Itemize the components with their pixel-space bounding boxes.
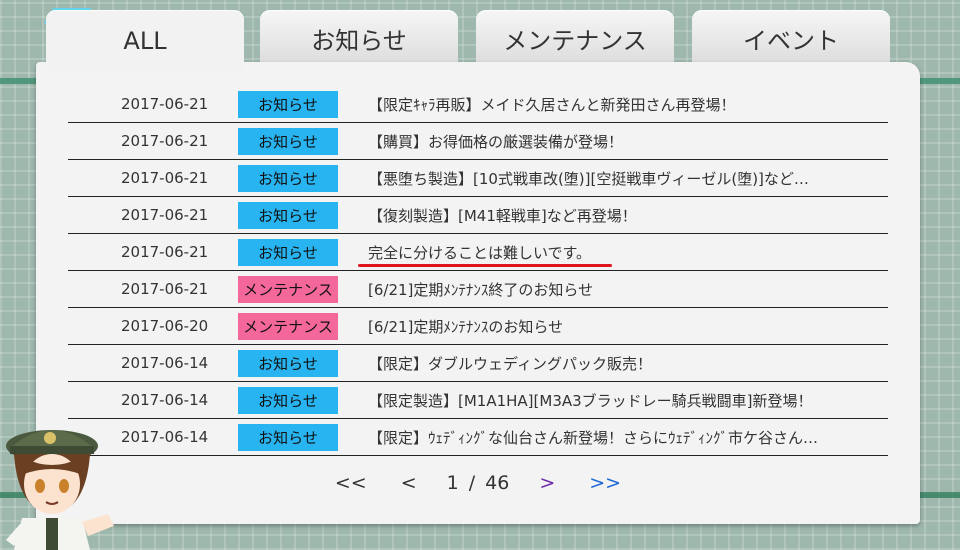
- news-row[interactable]: 2017-06-14 お知らせ 【限定】ダブルウェディングパック販売！: [68, 345, 888, 382]
- first-page-button[interactable]: <<: [335, 472, 367, 494]
- news-row[interactable]: 2017-06-14 お知らせ 【限定製造】[M1A1HA][M3A3ブラッドレ…: [68, 382, 888, 419]
- next-page-button[interactable]: >: [539, 472, 555, 494]
- news-row[interactable]: 2017-06-21 お知らせ 【購買】お得価格の厳選装備が登場！: [68, 123, 888, 160]
- news-date: 2017-06-21: [121, 280, 209, 298]
- category-badge: お知らせ: [238, 127, 338, 155]
- last-page-button[interactable]: >>: [589, 472, 621, 494]
- news-date: 2017-06-14: [121, 391, 209, 409]
- tab-maintenance[interactable]: メンテナンス: [476, 10, 674, 66]
- category-badge: お知らせ: [238, 349, 338, 377]
- news-date: 2017-06-21: [121, 243, 209, 261]
- news-row[interactable]: 2017-06-21 お知らせ 【復刻製造】[M41軽戦車]など再登場！: [68, 197, 888, 234]
- news-row[interactable]: 2017-06-21 お知らせ 完全に分けることは難しいです。: [68, 234, 888, 271]
- tab-event[interactable]: イベント: [692, 10, 890, 66]
- mascot-character-icon: [6, 430, 114, 550]
- news-date: 2017-06-21: [121, 132, 209, 150]
- news-title[interactable]: [6/21]定期ﾒﾝﾃﾅﾝｽ終了のお知らせ: [338, 279, 593, 300]
- prev-page-button[interactable]: <: [401, 472, 417, 494]
- category-badge: お知らせ: [238, 90, 338, 118]
- category-badge: お知らせ: [238, 164, 338, 192]
- category-badge: お知らせ: [238, 423, 338, 451]
- news-list: 2017-06-21 お知らせ 【限定ｷｬﾗ再販】メイド久居さんと新発田さん再登…: [68, 86, 888, 456]
- news-title[interactable]: 【悪堕ち製造】[10式戦車改(堕)][空挺戦車ヴィーゼル(堕)]など…: [338, 168, 809, 189]
- news-row[interactable]: 2017-06-21 メンテナンス [6/21]定期ﾒﾝﾃﾅﾝｽ終了のお知らせ: [68, 271, 888, 308]
- news-row[interactable]: 2017-06-21 お知らせ 【限定ｷｬﾗ再販】メイド久居さんと新発田さん再登…: [68, 86, 888, 123]
- news-row[interactable]: 2017-06-14 お知らせ 【限定】ｳｪﾃﾞｨﾝｸﾞな仙台さん新登場！さらに…: [68, 419, 888, 456]
- category-tabs: ALL お知らせ メンテナンス イベント: [46, 10, 892, 72]
- news-date: 2017-06-21: [121, 169, 209, 187]
- news-title[interactable]: 【復刻製造】[M41軽戦車]など再登場！: [338, 205, 637, 226]
- news-title[interactable]: 【限定】ダブルウェディングパック販売！: [338, 353, 652, 374]
- category-badge: お知らせ: [238, 386, 338, 414]
- category-badge: お知らせ: [238, 238, 338, 266]
- news-title[interactable]: [6/21]定期ﾒﾝﾃﾅﾝｽのお知らせ: [338, 316, 563, 337]
- page-separator: /: [468, 472, 476, 494]
- current-page-number: 1: [446, 472, 459, 494]
- pagination: << < 1 / 46 > >>: [36, 472, 920, 494]
- news-date: 2017-06-14: [121, 354, 209, 372]
- news-date: 2017-06-20: [121, 317, 209, 335]
- total-pages: 46: [485, 472, 510, 494]
- tab-notice[interactable]: お知らせ: [260, 10, 458, 66]
- news-title[interactable]: 【購買】お得価格の厳選装備が登場！: [338, 131, 623, 152]
- news-panel: 2017-06-21 お知らせ 【限定ｷｬﾗ再販】メイド久居さんと新発田さん再登…: [36, 62, 920, 524]
- highlight-underline: [358, 264, 612, 267]
- news-title[interactable]: 【限定】ｳｪﾃﾞｨﾝｸﾞな仙台さん新登場！さらにｳｪﾃﾞｨﾝｸﾞ市ケ谷さん…: [338, 427, 818, 448]
- news-title[interactable]: 【限定ｷｬﾗ再販】メイド久居さんと新発田さん再登場！: [338, 94, 736, 115]
- news-row[interactable]: 2017-06-21 お知らせ 【悪堕ち製造】[10式戦車改(堕)][空挺戦車ヴ…: [68, 160, 888, 197]
- news-title[interactable]: 完全に分けることは難しいです。: [338, 242, 591, 263]
- news-row[interactable]: 2017-06-20 メンテナンス [6/21]定期ﾒﾝﾃﾅﾝｽのお知らせ: [68, 308, 888, 345]
- news-date: 2017-06-21: [121, 206, 209, 224]
- tab-all[interactable]: ALL: [46, 10, 244, 72]
- category-badge: メンテナンス: [238, 275, 338, 303]
- category-badge: メンテナンス: [238, 312, 338, 340]
- category-badge: お知らせ: [238, 201, 338, 229]
- news-title[interactable]: 【限定製造】[M1A1HA][M3A3ブラッドレー騎兵戦闘車]新登場！: [338, 390, 813, 411]
- news-date: 2017-06-21: [121, 95, 209, 113]
